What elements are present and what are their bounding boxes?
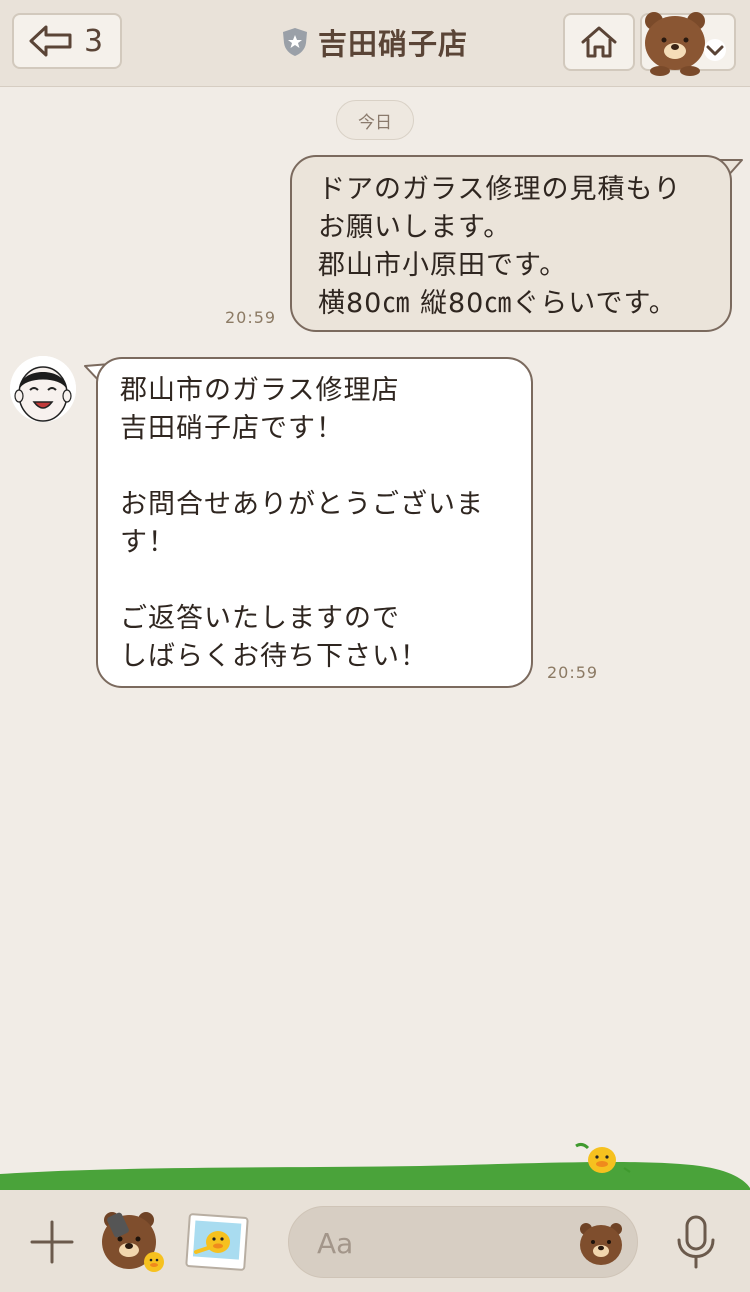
home-icon [581,26,617,58]
message-input-placeholder: Aa [317,1227,354,1260]
bear-emoji-icon[interactable] [577,1219,625,1267]
chat-title-text: 吉田硝子店 [318,27,469,61]
unread-count: 3 [84,23,104,59]
plus-icon[interactable] [28,1218,76,1266]
outgoing-message-bubble[interactable]: ドアのガラス修理の見積もり お願いします。 郡山市小原田です。 横80㎝ 縦80… [290,155,732,332]
chevron-down-icon [704,39,726,61]
photo-icon[interactable] [184,1212,250,1274]
back-arrow-icon [29,25,72,57]
incoming-message-bubble[interactable]: 郡山市のガラス修理店 吉田硝子店です！ お問合せありがとうございま す！ ご返答… [96,357,533,688]
shield-star-icon [283,28,307,56]
message-time: 20:59 [225,308,277,327]
message-input[interactable]: Aa [288,1206,638,1278]
chat-header: 3 吉田硝子店 [0,0,750,87]
bear-sticker-icon[interactable] [98,1206,170,1278]
date-separator: 今日 [336,100,414,140]
back-button[interactable]: 3 [12,13,122,69]
menu-button[interactable] [640,12,736,76]
chat-title[interactable]: 吉田硝子店 [282,22,468,62]
message-time: 20:59 [547,663,599,682]
avatar-face-icon [10,356,76,422]
contact-avatar[interactable] [10,356,76,422]
home-button[interactable] [563,13,635,71]
microphone-icon[interactable] [674,1214,718,1270]
bear-icon [645,12,705,76]
